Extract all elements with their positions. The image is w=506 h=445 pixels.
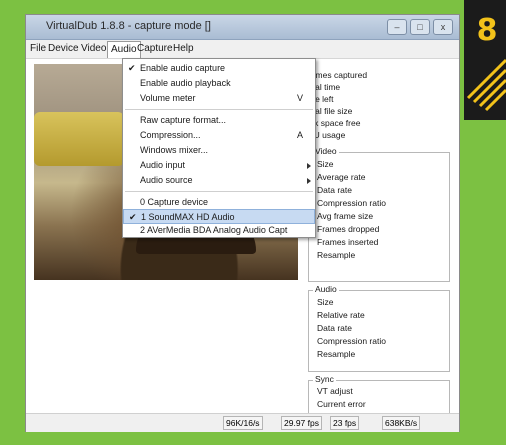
title-bar[interactable]: VirtualDub 1.8.8 - capture mode [] – □ x [26,15,459,40]
video-resample: Resample [317,250,356,260]
audio-data-rate: Data rate [317,323,352,333]
status-audio-format: 96K/16/s [223,416,263,430]
menuitem-enable-audio-playback[interactable]: Enable audio playback [123,76,315,91]
chapter-number: 8 [476,13,498,48]
video-avg-frame-size: Avg frame size [317,211,374,221]
audio-stats-group: Audio Size Relative rate Data rate Compr… [308,284,450,372]
menu-video[interactable]: Video [81,43,106,54]
audio-compression-ratio: Compression ratio [317,336,386,346]
menu-audio[interactable]: Audio [107,41,141,58]
shortcut-label: A [296,130,303,140]
video-compression-ratio: Compression ratio [317,198,386,208]
status-bar: 96K/16/s 29.97 fps 23 fps 638KB/s [26,413,459,432]
minimize-button[interactable]: – [387,19,407,35]
audio-resample: Resample [317,349,356,359]
menuitem-compression[interactable]: Compression... A [123,128,315,143]
menuitem-audio-source[interactable]: Audio source [123,173,315,188]
video-frames-dropped: Frames dropped [317,224,380,234]
menuitem-capture-device-2[interactable]: 2 AVerMedia BDA Analog Audio Capt [123,223,315,238]
close-button[interactable]: x [433,19,453,35]
menu-capture[interactable]: Capture [137,43,173,54]
menu-file[interactable]: File [30,43,46,54]
menuitem-capture-device-0[interactable]: 0 Capture device [123,195,315,210]
preview-car-shape [34,112,124,166]
menu-device[interactable]: Device [48,43,79,54]
video-size: Size [317,159,334,169]
menu-separator [125,109,313,110]
video-stats-group: Video Size Average rate Data rate Compre… [308,146,450,282]
status-target-fps: 29.97 fps [281,416,322,430]
audio-relative-rate: Relative rate [317,310,365,320]
video-frames-inserted: Frames inserted [317,237,379,247]
sync-group-title: Sync [313,374,336,384]
video-data-rate: Data rate [317,185,352,195]
video-average-rate: Average rate [317,172,366,182]
submenu-arrow-icon [307,163,311,169]
window-title: VirtualDub 1.8.8 - capture mode [] [46,20,211,32]
sync-stats-group: Sync VT adjust Current error [308,374,450,414]
menu-bar: File Device Video Audio Capture Help [26,40,459,59]
menuitem-raw-capture-format[interactable]: Raw capture format... [123,113,315,128]
audio-menu-dropdown: ✔ Enable audio capture Enable audio play… [122,58,316,238]
status-actual-fps: 23 fps [330,416,360,430]
menuitem-volume-meter[interactable]: Volume meter V [123,91,315,106]
status-data-rate: 638KB/s [382,416,421,430]
audio-size: Size [317,297,334,307]
menu-separator [125,191,313,192]
audio-group-title: Audio [313,284,339,294]
checkmark-icon: ✔ [128,63,136,73]
menuitem-windows-mixer[interactable]: Windows mixer... [123,143,315,158]
menuitem-audio-input[interactable]: Audio input [123,158,315,173]
shortcut-label: V [296,93,303,103]
video-group-title: Video [313,146,339,156]
menu-help[interactable]: Help [173,43,194,54]
submenu-arrow-icon [307,178,311,184]
maximize-button[interactable]: □ [410,19,430,35]
sync-vt-adjust: VT adjust [317,386,353,396]
menuitem-capture-device-1[interactable]: ✔ 1 SoundMAX HD Audio [123,209,315,224]
menuitem-enable-audio-capture[interactable]: ✔ Enable audio capture [123,61,315,76]
sync-current-error: Current error [317,399,366,409]
badge-stripes-decoration [466,58,506,112]
stat-frames-captured: rames captured [308,70,368,80]
